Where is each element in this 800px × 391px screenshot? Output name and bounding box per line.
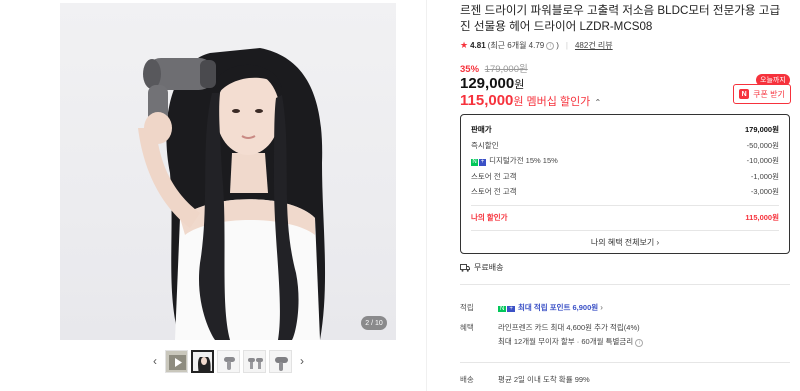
member-price[interactable]: 115,000원 멤버십 할인가 ⌃	[460, 92, 601, 109]
thumbnail-dryer-1[interactable]	[217, 349, 240, 373]
price-row-label: 스토어 전 고객	[471, 187, 517, 197]
price-row-value: -1,000원	[750, 171, 779, 181]
price-row-store2: 스토어 전 고객 -3,000원	[471, 184, 779, 200]
video-play-icon	[166, 350, 187, 372]
view-all-benefits-link[interactable]: 나의 혜택 전체보기 ›	[471, 237, 779, 248]
price-row-label: 디지털가전 15% 15%	[489, 156, 558, 166]
price-row-value: -3,000원	[750, 187, 779, 197]
benefit-line-2-wrap: 최대 12개월 무이자 할부 · 60개월 특별금리 i	[498, 336, 644, 347]
benefit-line-1: 라인프렌즈 카드 최대 4,600원 추가 적립(4%)	[498, 323, 640, 332]
benefit-line-2: 최대 12개월 무이자 할부 · 60개월 특별금리	[498, 337, 634, 346]
rating-score: 4.81	[470, 41, 486, 50]
price-row-value: -50,000원	[746, 140, 779, 150]
discount-row: 35% 179,000원	[460, 61, 528, 75]
price-row-sale: 판매가 179,000원	[471, 122, 779, 138]
price-row-label: 즉시할인	[471, 140, 499, 150]
chevron-up-icon: ⌃	[594, 98, 602, 107]
thumbnail-dryer-image	[218, 350, 239, 372]
my-price-value: 115,000원	[745, 212, 779, 222]
info-icon[interactable]: i	[546, 41, 555, 50]
delivery-key: 배송	[460, 375, 474, 384]
price-breakdown-box: 판매가 179,000원 즉시할인 -50,000원 N + 디지털가전 15% …	[460, 114, 790, 254]
thumbnail-video[interactable]	[165, 349, 188, 373]
truck-icon	[460, 263, 470, 272]
rating-row: ★ 4.81 (최근 6개월 4.79 i ) | 482건 리뷰	[460, 40, 613, 51]
original-price: 179,000원	[484, 64, 528, 75]
naver-plus-badge-icon: N +	[471, 159, 486, 167]
price-row-label: 판매가	[471, 125, 492, 135]
thumbnail-model[interactable]	[191, 349, 214, 373]
my-price-label: 나의 할인가	[471, 212, 508, 222]
thumbnail-dryer-2[interactable]	[243, 349, 266, 373]
price-row-instant: 즉시할인 -50,000원	[471, 138, 779, 154]
separator: |	[565, 41, 568, 50]
naver-n-icon: N	[739, 89, 750, 99]
thumbnail-prev-button[interactable]: ‹	[148, 349, 162, 373]
get-coupon-label: 쿠폰 받기	[753, 89, 785, 99]
info-icon[interactable]: i	[635, 339, 644, 347]
sale-price: 129,000원	[460, 75, 524, 92]
star-icon: ★	[460, 40, 469, 50]
shipping-label: 무료배송	[474, 263, 504, 272]
thumbnail-dryer-3[interactable]	[269, 349, 292, 373]
price-row-label: 스토어 전 고객	[471, 171, 517, 181]
thumbnail-dryer-image	[270, 350, 291, 372]
plus-icon: +	[507, 306, 515, 312]
price-row-label-wrap: N + 디지털가전 15% 15%	[471, 155, 558, 167]
get-coupon-button[interactable]: N 쿠폰 받기	[733, 84, 791, 104]
thumbnail-strip: ‹ ›	[148, 348, 309, 374]
price-row-value: 179,000원	[744, 125, 779, 135]
sale-price-value: 129,000	[460, 75, 515, 92]
member-price-value: 115,000	[460, 92, 514, 109]
thumbnail-model-image	[193, 351, 212, 371]
product-title: 르젠 드라이기 파워블로우 고출력 저소음 BLDC모터 전문가용 고급진 선물…	[460, 4, 781, 33]
price-row-mine: 나의 할인가 115,000원	[471, 210, 779, 226]
chevron-right-icon: ›	[600, 303, 603, 312]
divider	[460, 362, 790, 363]
delivery-line-1: 평균 2일 이내 도착 확률 99%	[498, 375, 590, 384]
sale-price-unit: 원	[514, 79, 525, 91]
member-price-unit: 원	[513, 96, 524, 108]
price-row-digital: N + 디지털가전 15% 15% -10,000원	[471, 153, 779, 169]
price-row-store1: 스토어 전 고객 -1,000원	[471, 169, 779, 185]
divider	[460, 284, 790, 285]
thumbnail-dryer-image	[244, 350, 265, 372]
product-main-image[interactable]: 2 / 10	[60, 3, 396, 340]
divider	[471, 230, 779, 231]
thumbnail-next-button[interactable]: ›	[295, 349, 309, 373]
point-value-wrap[interactable]: N + 최대 적립 포인트 6,900원 ›	[498, 302, 603, 313]
column-divider	[426, 0, 427, 391]
model-with-hairdryer-illustration	[138, 48, 326, 340]
naver-n-icon: N	[498, 306, 507, 312]
review-count-link[interactable]: 482건 리뷰	[575, 40, 613, 51]
discount-rate: 35%	[460, 64, 480, 75]
divider	[471, 204, 779, 206]
price-row-value: -10,000원	[746, 156, 779, 166]
point-key: 적립	[460, 303, 474, 312]
image-counter: 2 / 10	[361, 316, 387, 330]
point-value: 최대 적립 포인트 6,900원	[517, 303, 599, 312]
rating-recent: (최근 6개월 4.79	[487, 41, 545, 50]
member-price-label: 멤버십 할인가	[526, 96, 591, 108]
benefit-key: 혜택	[460, 323, 474, 332]
shipping-row: 무료배송	[460, 262, 503, 273]
rating-recent-close: )	[556, 41, 559, 50]
